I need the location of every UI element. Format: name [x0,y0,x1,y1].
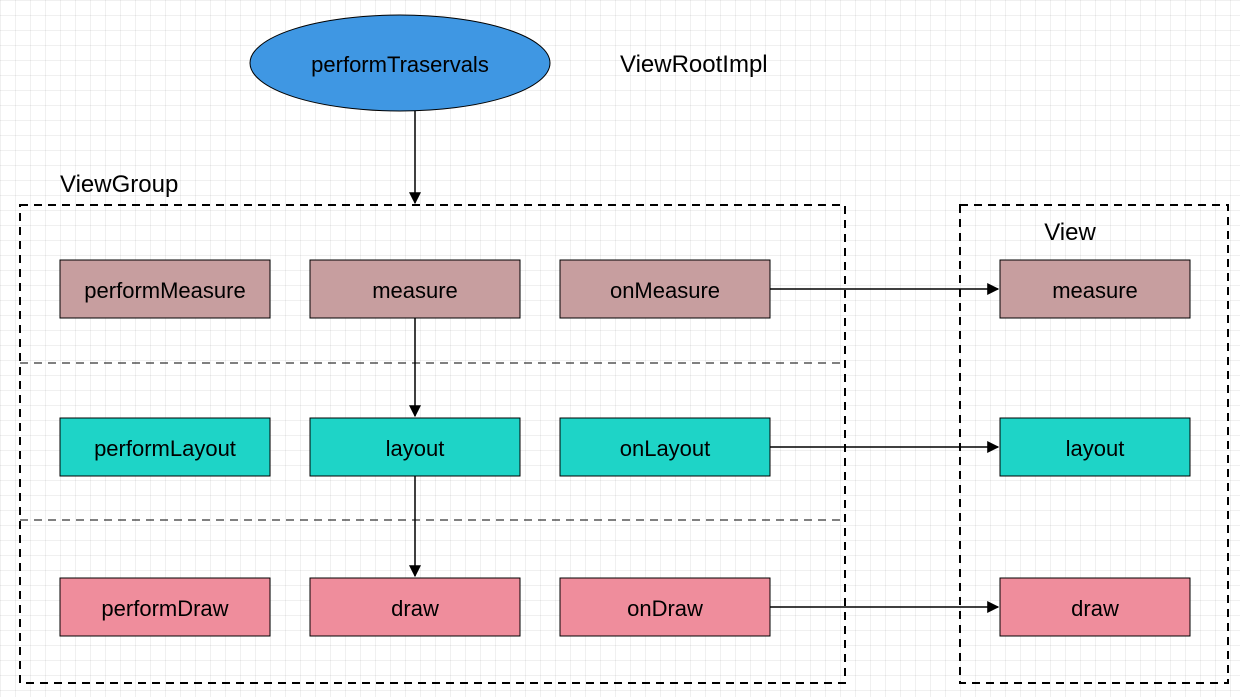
node-performlayout-label: performLayout [94,436,236,461]
label-view: View [1044,219,1096,246]
node-draw-view-label: draw [1071,596,1119,621]
node-measure-vg-label: measure [372,278,458,303]
node-performtraservals-label: performTraservals [311,52,489,77]
node-performmeasure-label: performMeasure [84,278,245,303]
label-viewrootimpl: ViewRootImpl [620,51,768,78]
node-layout-view-label: layout [1066,436,1125,461]
node-measure-view-label: measure [1052,278,1138,303]
node-onlayout-label: onLayout [620,436,711,461]
node-performdraw-label: performDraw [101,596,228,621]
node-ondraw-label: onDraw [627,596,703,621]
node-layout-vg-label: layout [386,436,445,461]
label-viewgroup: ViewGroup [60,171,178,198]
node-draw-vg-label: draw [391,596,439,621]
diagram-canvas: performTraservals ViewRootImpl ViewGroup… [0,0,1240,697]
node-onmeasure-label: onMeasure [610,278,720,303]
